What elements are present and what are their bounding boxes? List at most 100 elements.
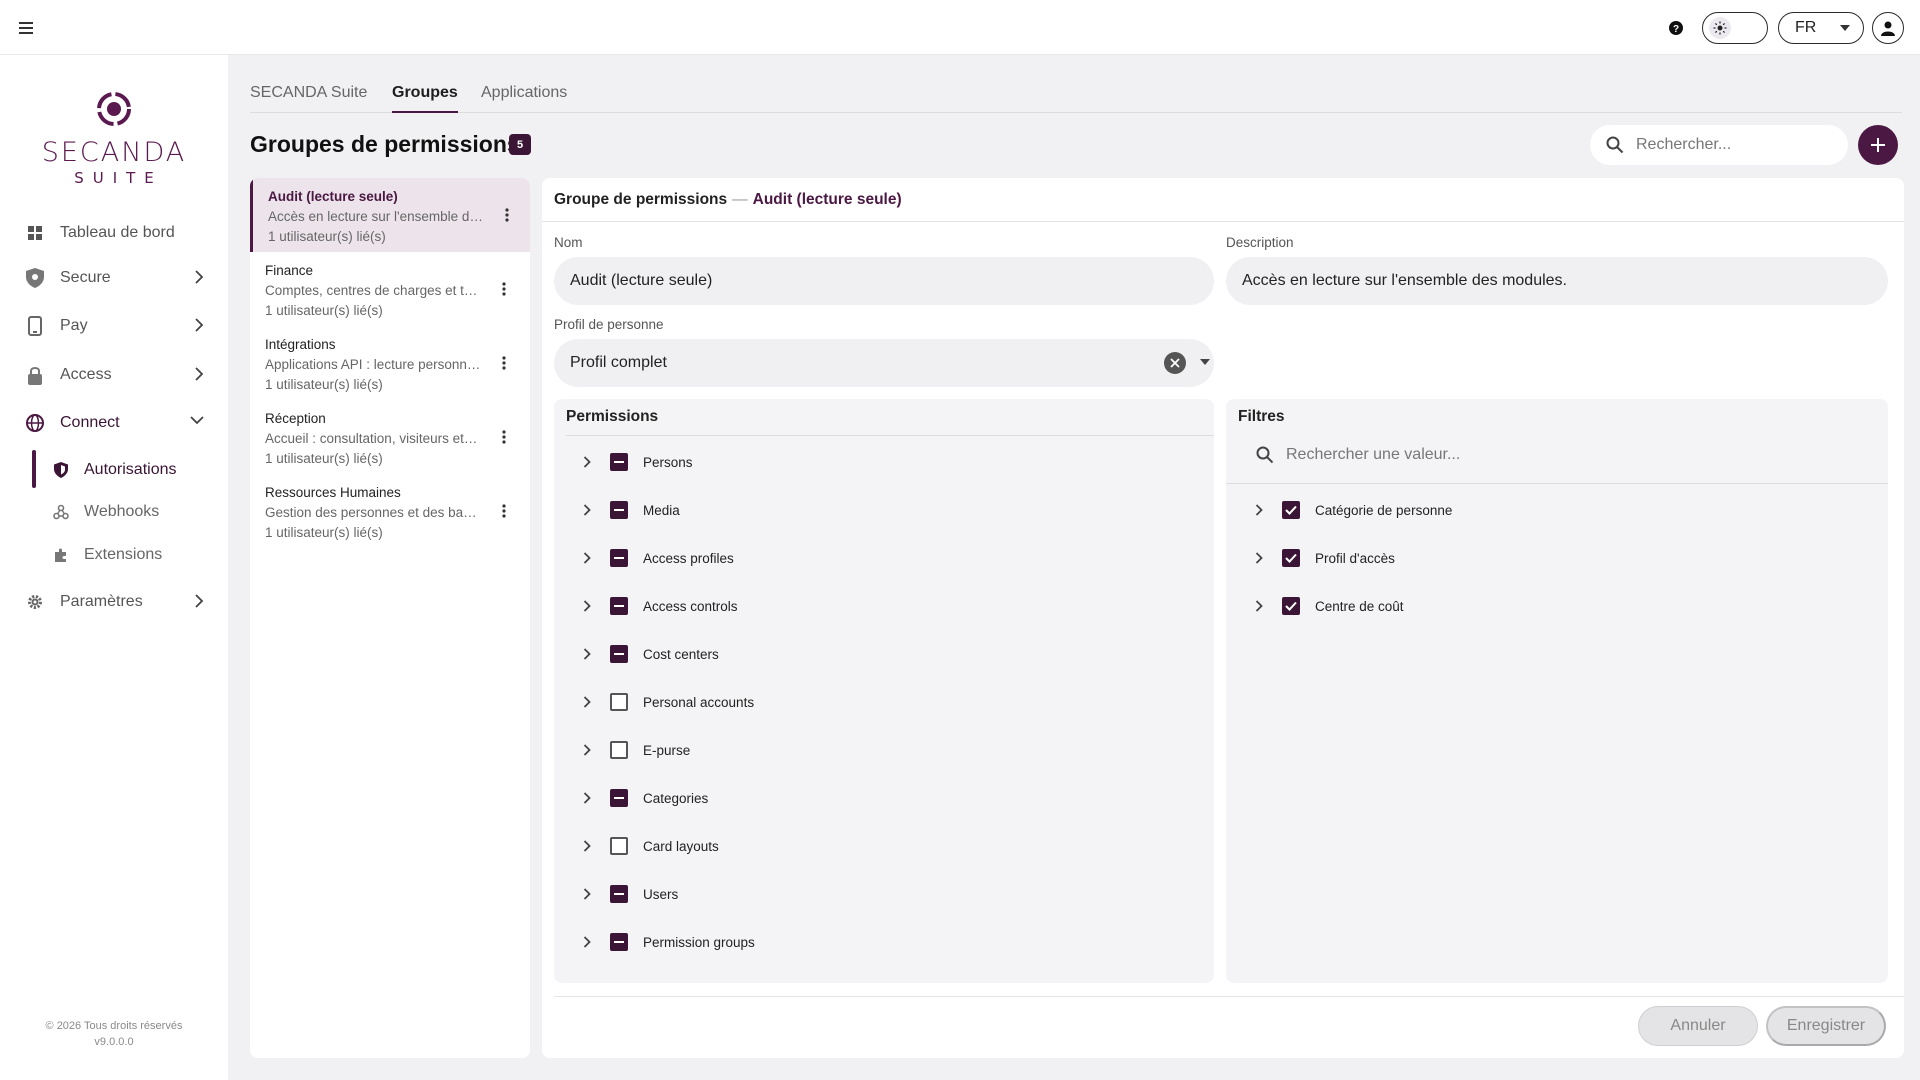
checkbox[interactable] [610,597,628,615]
chevron-right-icon [195,318,204,332]
chevron-right-icon[interactable] [1246,545,1272,571]
permission-row: Permission groups [574,929,755,955]
profile-select[interactable]: Profil complet [554,339,1214,387]
chevron-right-icon[interactable] [574,737,600,763]
chevron-right-icon[interactable] [574,785,600,811]
group-list: Audit (lecture seule) Accès en lecture s… [250,178,530,1058]
checkbox[interactable] [610,885,628,903]
chevron-right-icon[interactable] [574,689,600,715]
tab-secanda-suite[interactable]: SECANDA Suite [250,84,367,113]
sidebar-item-pay[interactable]: Pay [24,308,204,344]
chevron-right-icon[interactable] [574,641,600,667]
shield-icon [52,461,70,479]
checkbox[interactable] [610,693,628,711]
clear-icon[interactable] [1164,352,1186,374]
count-badge: 5 [509,134,531,155]
group-item-finance[interactable]: Finance Comptes, centres de charges et t… [250,252,530,326]
checkbox[interactable] [610,549,628,567]
sidebar-item-access[interactable]: Access [24,357,204,393]
help-icon[interactable]: ? [1666,18,1686,38]
description-input[interactable] [1242,272,1888,290]
cancel-button[interactable]: Annuler [1638,1006,1758,1046]
group-item-audit[interactable]: Audit (lecture seule) Accès en lecture s… [250,178,530,252]
globe-icon [24,412,46,434]
tab-groupes[interactable]: Groupes [392,84,458,113]
sidebar-item-label: Pay [60,317,88,334]
checkbox[interactable] [1282,501,1300,519]
theme-toggle[interactable] [1702,12,1768,44]
filter-label: Profil d'accès [1315,550,1395,566]
group-item-ressources-humaines[interactable]: Ressources Humaines Gestion des personne… [250,474,530,548]
more-vert-icon[interactable] [496,428,512,446]
permission-row: E-purse [574,737,690,763]
checkbox[interactable] [610,501,628,519]
checkbox[interactable] [610,933,628,951]
brand-logo[interactable]: SECANDA SUITE [30,89,198,187]
checkbox[interactable] [610,837,628,855]
sidebar-subitem-autorisations[interactable]: Autorisations [52,455,177,485]
sidebar-item-connect[interactable]: Connect [24,405,204,441]
sidebar-item-parametres[interactable]: Paramètres [24,584,204,620]
group-description: Accès en lecture sur l'ensemble des modu… [268,209,484,224]
svg-text:?: ? [1673,24,1679,35]
group-description: Applications API : lecture personnes et … [265,357,481,372]
user-icon[interactable] [1872,12,1904,44]
chevron-right-icon[interactable] [1246,593,1272,619]
language-select[interactable]: FR [1778,12,1864,44]
name-field[interactable] [554,257,1214,305]
permission-label: Access controls [643,598,738,614]
chevron-right-icon[interactable] [1246,497,1272,523]
lock-icon [24,364,46,386]
gear-icon [24,591,46,613]
filter-row: Catégorie de personne [1246,497,1452,523]
hamburger-icon[interactable] [14,16,38,40]
detail-header-prefix: Groupe de permissions [554,190,728,208]
filter-search-input[interactable] [1286,446,1586,464]
profile-value: Profil complet [570,354,667,371]
permission-label: Permission groups [643,934,755,950]
group-users: 1 utilisateur(s) lié(s) [265,303,383,318]
permission-row: Media [574,497,680,523]
chevron-right-icon[interactable] [574,881,600,907]
copyright-text: © 2026 Tous droits réservés [45,1020,183,1032]
more-vert-icon[interactable] [496,354,512,372]
add-group-button[interactable] [1858,125,1898,165]
chevron-right-icon[interactable] [574,593,600,619]
chevron-right-icon[interactable] [574,497,600,523]
group-description: Comptes, centres de charges et tarifs. [265,283,481,298]
filter-label: Catégorie de personne [1315,502,1453,518]
detail-header: Groupe de permissions — Audit (lecture s… [542,178,1904,222]
sidebar-subitem-webhooks[interactable]: Webhooks [52,497,159,527]
checkbox[interactable] [1282,597,1300,615]
more-vert-icon[interactable] [499,206,515,224]
description-field[interactable] [1226,257,1888,305]
search-input[interactable] [1636,136,1836,154]
name-input[interactable] [570,272,1214,290]
sidebar-item-dashboard[interactable]: Tableau de bord [24,215,204,251]
brand-name: SECANDA [41,137,187,168]
more-vert-icon[interactable] [496,502,512,520]
filter-row: Profil d'accès [1246,545,1395,571]
checkbox[interactable] [610,645,628,663]
checkbox[interactable] [1282,549,1300,567]
caret-down-icon[interactable] [1200,359,1210,365]
filter-search-field[interactable] [1240,439,1586,471]
group-item-reception[interactable]: Réception Accueil : consultation, visite… [250,400,530,474]
group-item-integrations[interactable]: Intégrations Applications API : lecture … [250,326,530,400]
search-field[interactable] [1590,125,1848,165]
more-vert-icon[interactable] [496,280,512,298]
tab-applications[interactable]: Applications [481,84,567,113]
chevron-right-icon[interactable] [574,833,600,859]
description-label: Description [1226,235,1294,250]
sidebar-item-secure[interactable]: Secure [24,260,204,296]
chevron-right-icon[interactable] [574,545,600,571]
save-button[interactable]: Enregistrer [1766,1006,1886,1046]
checkbox[interactable] [610,789,628,807]
sidebar-subitem-label: Extensions [84,546,163,563]
chevron-right-icon[interactable] [574,449,600,475]
checkbox[interactable] [610,741,628,759]
search-icon [1606,136,1624,154]
sidebar-subitem-extensions[interactable]: Extensions [52,540,162,570]
checkbox[interactable] [610,453,628,471]
chevron-right-icon[interactable] [574,929,600,955]
